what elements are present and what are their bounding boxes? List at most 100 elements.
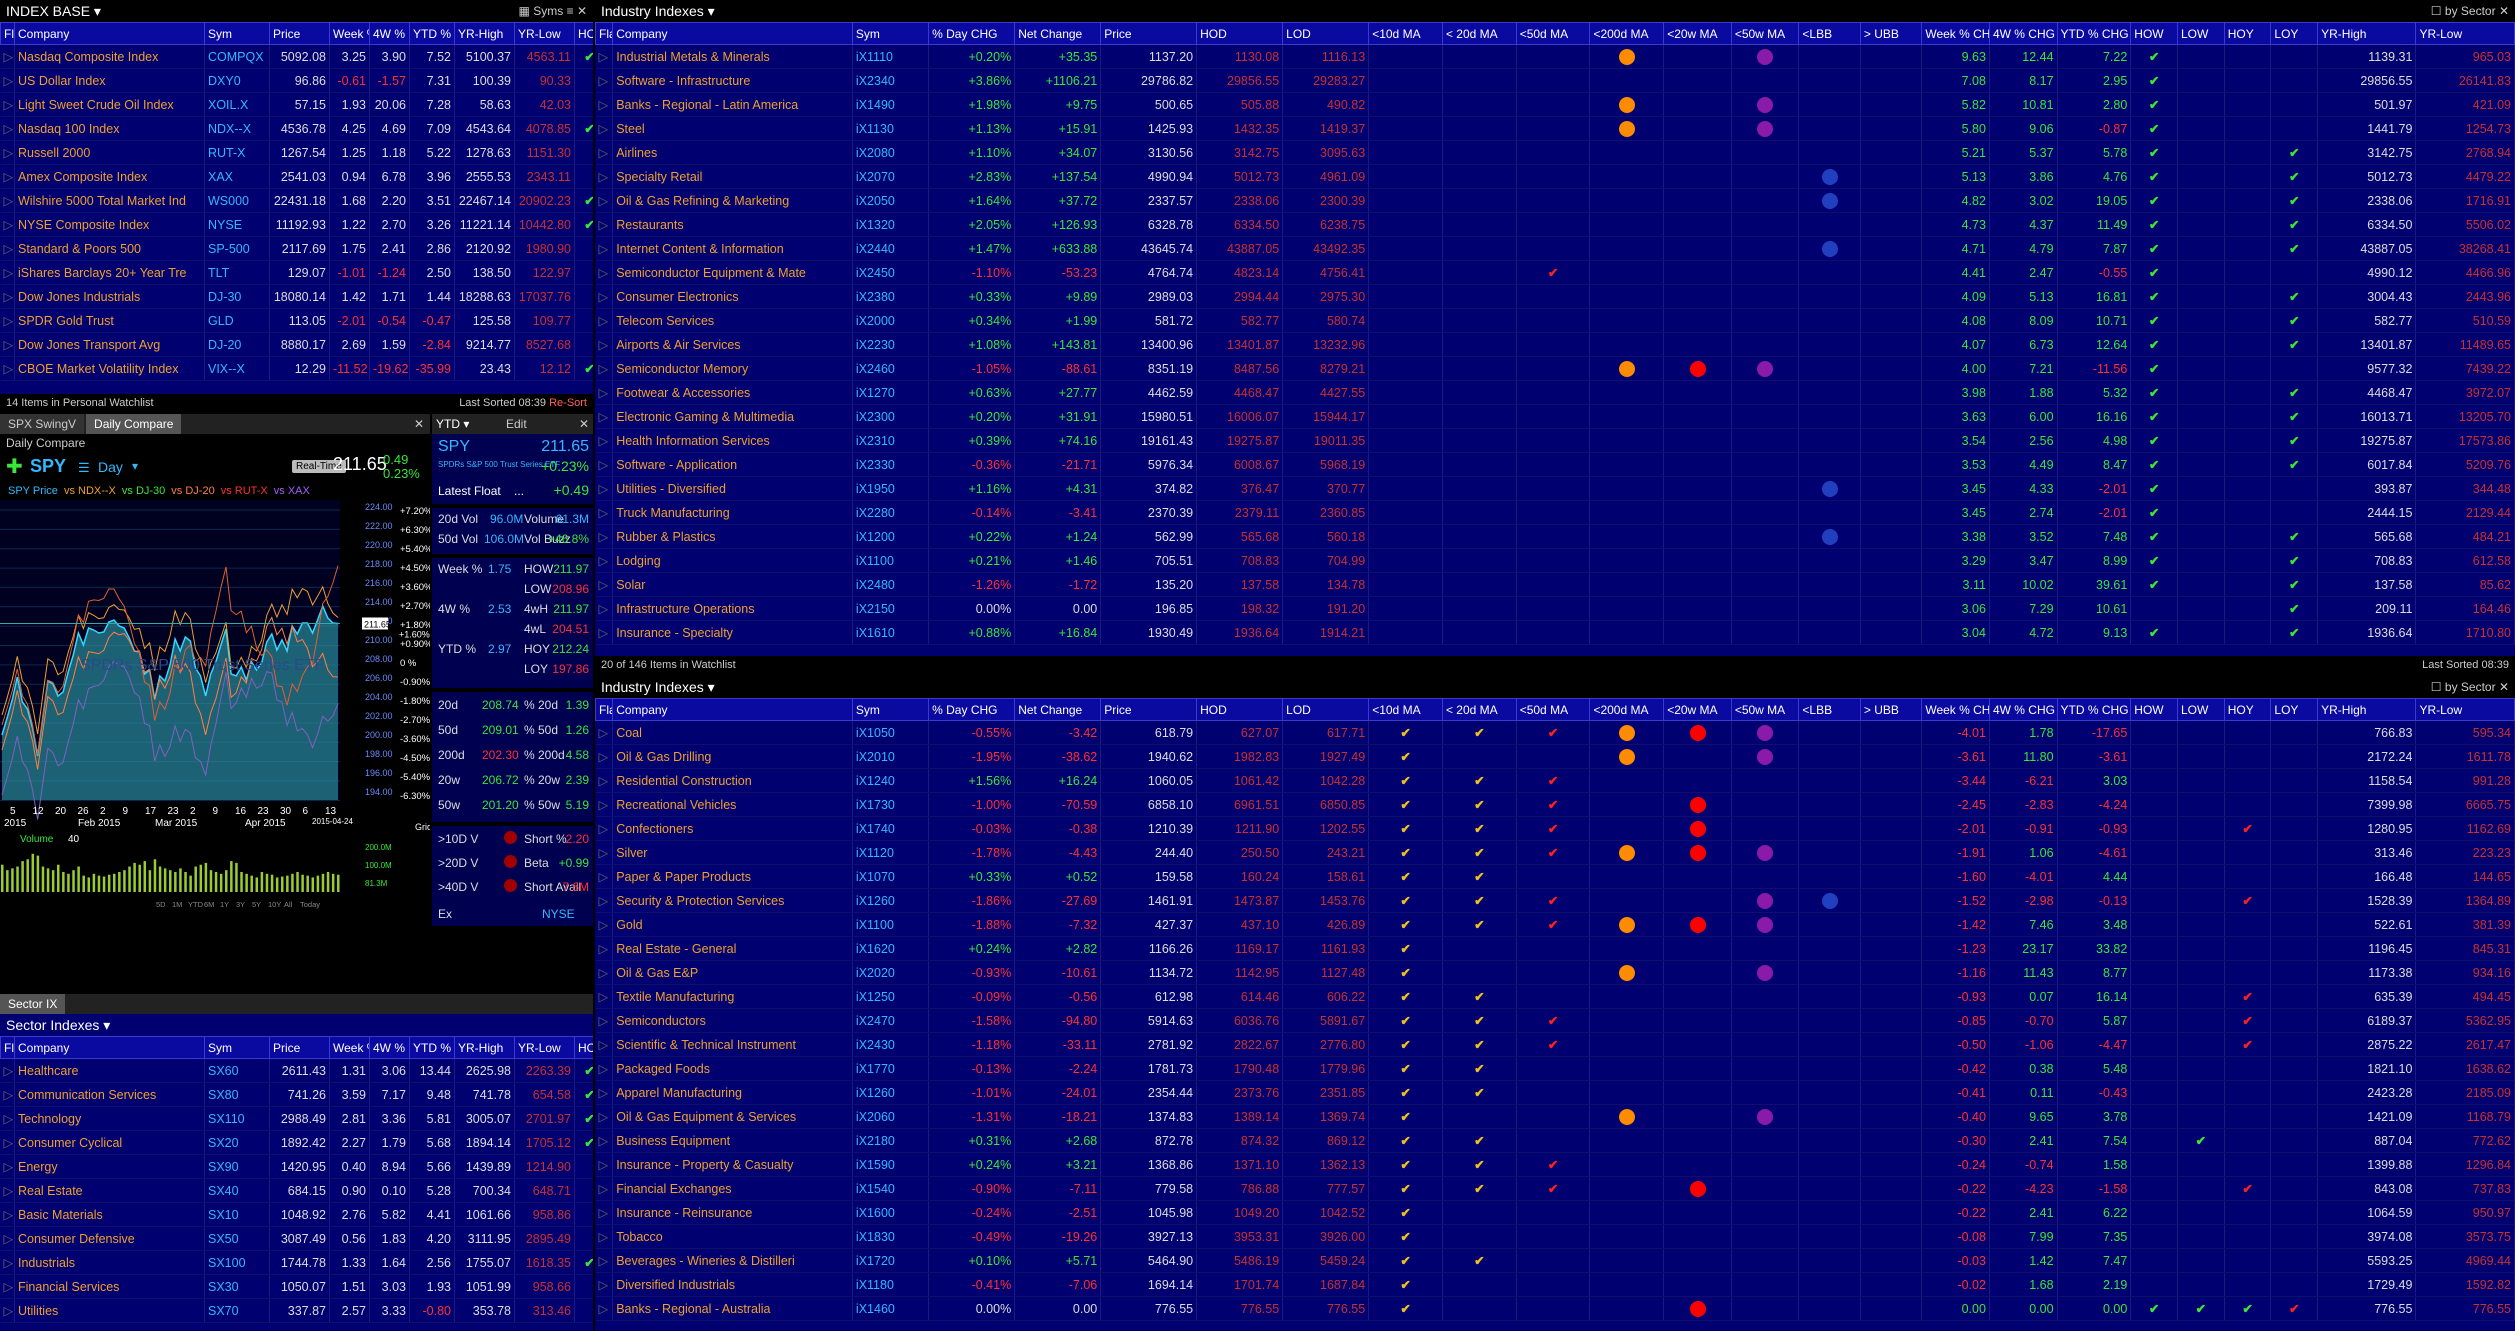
tab-spx-swingv[interactable]: SPX SwingV	[0, 414, 85, 434]
table-row[interactable]: ▷ Semiconductors iX2470 -1.58% -94.80 5914.63…	[595, 1008, 2515, 1033]
column-header[interactable]: Company	[612, 698, 853, 721]
company-cell[interactable]: Industrials	[14, 1250, 205, 1275]
company-cell[interactable]: Packaged Foods	[612, 1056, 853, 1081]
column-header[interactable]: <50w MA	[1730, 22, 1800, 45]
column-header[interactable]: HOY	[574, 22, 593, 45]
table-row[interactable]: ▷ Financial Exchanges iX1540 -0.90% -7.11 779…	[595, 1176, 2515, 1201]
flag-icon[interactable]: ▷	[0, 1250, 15, 1275]
company-cell[interactable]: Rubber & Plastics	[612, 524, 853, 549]
company-cell[interactable]: Oil & Gas Drilling	[612, 744, 853, 769]
table-row[interactable]: ▷ Consumer Defensive SX50 3087.49 0.56 1.83 4.…	[0, 1226, 593, 1251]
sector-filter[interactable]: ☐ by Sector ✕	[2431, 676, 2509, 698]
column-header[interactable]: YR-High	[454, 1036, 515, 1059]
column-header[interactable]: <20w MA	[1663, 22, 1732, 45]
column-header[interactable]: Flag	[595, 698, 614, 721]
column-header[interactable]: YR-Low	[2415, 22, 2515, 45]
flag-icon[interactable]: ▷	[595, 1152, 614, 1177]
flag-icon[interactable]: ▷	[595, 744, 614, 769]
column-header[interactable]: LOW	[2177, 22, 2225, 45]
company-cell[interactable]: Tobacco	[612, 1224, 853, 1249]
company-cell[interactable]: Insurance - Specialty	[612, 620, 853, 645]
company-cell[interactable]: NYSE Composite Index	[14, 212, 205, 237]
table-row[interactable]: ▷ CBOE Market Volatility Index VIX--X 12.29…	[0, 356, 593, 381]
table-row[interactable]: ▷ Telecom Services iX2000 +0.34% +1.99 581.72…	[595, 308, 2515, 333]
company-cell[interactable]: Light Sweet Crude Oil Index	[14, 92, 205, 117]
company-cell[interactable]: CBOE Market Volatility Index	[14, 356, 205, 381]
flag-icon[interactable]: ▷	[595, 816, 614, 841]
table-row[interactable]: ▷ Solar iX2480 -1.26% -1.72 135.20 137.58 134.7…	[595, 572, 2515, 597]
flag-icon[interactable]: ▷	[0, 1058, 15, 1083]
company-cell[interactable]: Software - Infrastructure	[612, 68, 853, 93]
flag-icon[interactable]: ▷	[595, 188, 614, 213]
flag-icon[interactable]: ▷	[595, 1248, 614, 1273]
table-row[interactable]: ▷ Apparel Manufacturing iX1260 -1.01% -24.01…	[595, 1080, 2515, 1105]
company-cell[interactable]: Beverages - Wineries & Distilleri	[612, 1248, 853, 1273]
flag-icon[interactable]: ▷	[595, 1008, 614, 1033]
flag-icon[interactable]: ▷	[595, 476, 614, 501]
company-cell[interactable]: Industrial Metals & Minerals	[612, 44, 853, 69]
flag-icon[interactable]: ▷	[0, 1082, 15, 1107]
table-row[interactable]: ▷ Tobacco iX1830 -0.49% -19.26 3927.13 3953.31…	[595, 1224, 2515, 1249]
company-cell[interactable]: US Dollar Index	[14, 68, 205, 93]
company-cell[interactable]: Security & Protection Services	[612, 888, 853, 913]
ytd-title[interactable]: YTD	[436, 417, 460, 431]
table-row[interactable]: ▷ Coal iX1050 -0.55% -3.42 618.79 627.07 617.71…	[595, 720, 2515, 745]
company-cell[interactable]: Textile Manufacturing	[612, 984, 853, 1009]
flag-icon[interactable]: ▷	[595, 912, 614, 937]
column-header[interactable]: HOD	[1196, 698, 1284, 721]
company-cell[interactable]: Utilities	[14, 1298, 205, 1323]
column-header[interactable]: <10d MA	[1368, 22, 1443, 45]
column-header[interactable]: <50w MA	[1730, 698, 1800, 721]
flag-icon[interactable]: ▷	[595, 1056, 614, 1081]
flag-icon[interactable]: ▷	[595, 984, 614, 1009]
flag-icon[interactable]: ▷	[595, 888, 614, 913]
table-row[interactable]: ▷ Energy SX90 1420.95 0.40 8.94 5.66 1439.89 121…	[0, 1154, 593, 1179]
company-cell[interactable]: Electronic Gaming & Multimedia	[612, 404, 853, 429]
table-row[interactable]: ▷ Wilshire 5000 Total Market Ind WS000 2243…	[0, 188, 593, 213]
table-row[interactable]: ▷ Packaged Foods iX1770 -0.13% -2.24 1781.73 1…	[595, 1056, 2515, 1081]
column-header[interactable]: LOD	[1282, 698, 1370, 721]
company-cell[interactable]: Consumer Defensive	[14, 1226, 205, 1251]
tab-sector-ix[interactable]: Sector IX	[0, 994, 66, 1014]
table-row[interactable]: ▷ Nasdaq 100 Index NDX--X 4536.78 4.25 4.69 7.…	[0, 116, 593, 141]
flag-icon[interactable]: ▷	[595, 936, 614, 961]
flag-icon[interactable]: ▷	[0, 68, 15, 93]
column-header[interactable]: > UBB	[1859, 698, 1923, 721]
company-cell[interactable]: Airports & Air Services	[612, 332, 853, 357]
company-cell[interactable]: Internet Content & Information	[612, 236, 853, 261]
company-cell[interactable]: Health Information Services	[612, 428, 853, 453]
column-header[interactable]: % Day CHG	[928, 698, 1016, 721]
table-row[interactable]: ▷ Semiconductor Memory iX2460 -1.05% -88.61 8…	[595, 356, 2515, 381]
column-header[interactable]: LOW	[2177, 698, 2225, 721]
company-cell[interactable]: Standard & Poors 500	[14, 236, 205, 261]
legend-item[interactable]: SPY Price	[8, 485, 58, 497]
flag-icon[interactable]: ▷	[0, 356, 15, 381]
column-header[interactable]: YR-Low	[514, 1036, 575, 1059]
table-row[interactable]: ▷ Health Information Services iX2310 +0.39%…	[595, 428, 2515, 453]
table-row[interactable]: ▷ Financial Services SX30 1050.07 1.51 3.03 1.…	[0, 1274, 593, 1299]
flag-icon[interactable]: ▷	[0, 236, 15, 261]
table-row[interactable]: ▷ Beverages - Wineries & Distilleri iX1720…	[595, 1248, 2515, 1273]
flag-icon[interactable]: ▷	[0, 332, 15, 357]
column-header[interactable]: LOY	[2270, 698, 2319, 721]
industry-bottom-title[interactable]: Industry Indexes	[601, 679, 704, 695]
column-header[interactable]: YR-Low	[514, 22, 575, 45]
flag-icon[interactable]: ▷	[595, 68, 614, 93]
column-header[interactable]: <10d MA	[1368, 698, 1443, 721]
column-header[interactable]: Week % CHG	[329, 1036, 370, 1059]
column-header[interactable]: Price	[269, 22, 330, 45]
table-row[interactable]: ▷ Airlines iX2080 +1.10% +34.07 3130.56 3142.7…	[595, 140, 2515, 165]
table-row[interactable]: ▷ Specialty Retail iX2070 +2.83% +137.54 4990…	[595, 164, 2515, 189]
range-button[interactable]: 5D	[156, 900, 166, 909]
column-header[interactable]: Price	[1100, 22, 1198, 45]
table-row[interactable]: ▷ Dow Jones Transport Avg DJ-20 8880.17 2.69…	[0, 332, 593, 357]
company-cell[interactable]: Restaurants	[612, 212, 853, 237]
column-header[interactable]: YR-High	[2317, 698, 2417, 721]
column-header[interactable]: HOY	[574, 1036, 593, 1059]
company-cell[interactable]: Oil & Gas Refining & Marketing	[612, 188, 853, 213]
column-header[interactable]: 4W % CHG	[369, 22, 410, 45]
flag-icon[interactable]: ▷	[0, 92, 15, 117]
column-header[interactable]: Company	[14, 1036, 205, 1059]
table-row[interactable]: ▷ Security & Protection Services iX1260 -1.…	[595, 888, 2515, 913]
table-row[interactable]: ▷ Standard & Poors 500 SP-500 2117.69 1.75 2.…	[0, 236, 593, 261]
